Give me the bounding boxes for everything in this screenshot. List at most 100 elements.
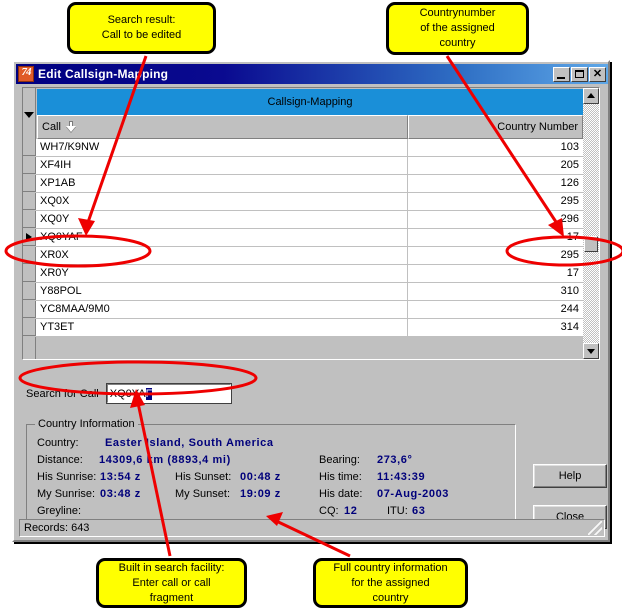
- table-row[interactable]: XR0Y 17: [23, 265, 585, 283]
- row-indicator[interactable]: [23, 175, 36, 192]
- app-icon-glyph: 74: [21, 66, 32, 78]
- grid-band-title: Callsign-Mapping: [37, 89, 583, 115]
- cell-call: YT3ET: [37, 319, 408, 336]
- table-row[interactable]: Y88POL 310: [23, 283, 585, 301]
- grid-rows: WH7/K9NW 103 XF4IH 205 XP1AB 126 XQ0X 29…: [23, 139, 585, 359]
- table-row[interactable]: XQ0X 295: [23, 193, 585, 211]
- row-indicator-current[interactable]: [23, 229, 36, 246]
- scroll-up-arrow-icon[interactable]: [583, 88, 599, 104]
- maximize-button[interactable]: [571, 66, 588, 82]
- grid-viewport: Callsign-Mapping Call Country Number WH7…: [23, 88, 599, 359]
- grid-vertical-scrollbar[interactable]: [583, 88, 599, 359]
- bearing-value: 273,6°: [377, 454, 413, 466]
- screenshot-root: 74 Edit Callsign-Mapping ✕ Callsign-Mapp…: [0, 0, 622, 610]
- distance-value: 14309,6 km (8893,4 mi): [99, 454, 231, 466]
- callout-country-number-line1: Countrynumber: [419, 7, 496, 19]
- callout-builtin-search: Built in search facility: Enter call or …: [96, 558, 247, 608]
- cell-call: WH7/K9NW: [37, 139, 408, 156]
- cell-call: Y88POL: [37, 283, 408, 300]
- row-indicator[interactable]: [23, 283, 36, 300]
- scrollbar-thumb[interactable]: [584, 236, 598, 252]
- column-header-country-number[interactable]: Country Number: [408, 115, 583, 139]
- cell-call: XF4IH: [37, 157, 408, 174]
- cell-country-number: 205: [560, 159, 579, 171]
- close-window-button[interactable]: ✕: [589, 66, 606, 82]
- resize-grip-icon[interactable]: [588, 521, 602, 535]
- row-indicator[interactable]: [23, 157, 36, 174]
- cell-country-number: 126: [560, 177, 579, 189]
- country-label: Country:: [37, 437, 79, 449]
- callout-full-country-info-line3: country: [372, 591, 409, 604]
- my-sunset-label: My Sunset:: [175, 488, 231, 500]
- cell-country-number: 314: [560, 321, 579, 333]
- cell-country-number: 296: [560, 213, 579, 225]
- his-time-value: 11:43:39: [377, 471, 426, 483]
- table-row[interactable]: YC8MAA/9M0 244: [23, 301, 585, 319]
- callout-builtin-search-line3: fragment: [149, 591, 194, 604]
- cell-country-number: 17: [566, 267, 579, 279]
- his-sunset-value: 00:48 z: [240, 471, 281, 483]
- cell-country-number: 103: [560, 141, 579, 153]
- help-button[interactable]: Help: [533, 464, 607, 488]
- records-count-label: Records: 643: [24, 522, 90, 534]
- callout-country-number: Countrynumber of the assigned country: [386, 2, 529, 55]
- callout-full-country-info-line2: for the assigned: [351, 576, 430, 589]
- callsign-mapping-grid[interactable]: Callsign-Mapping Call Country Number WH7…: [22, 87, 600, 360]
- itu-value: 63: [412, 505, 426, 517]
- his-sunrise-value: 13:54 z: [100, 471, 141, 483]
- cell-call: YC8MAA/9M0: [37, 301, 408, 318]
- cell-country-number: 244: [560, 303, 579, 315]
- callout-full-country-info: Full country information for the assigne…: [313, 558, 468, 608]
- app-icon: 74: [18, 66, 34, 82]
- his-date-value: 07-Aug-2003: [377, 488, 450, 500]
- table-row[interactable]: XR0X 295: [23, 247, 585, 265]
- scrollbar-track[interactable]: [583, 104, 599, 343]
- search-row: Search for Call XQ0YA F: [26, 383, 232, 404]
- cq-label: CQ:: [319, 505, 339, 517]
- table-row[interactable]: WH7/K9NW 103: [23, 139, 585, 157]
- greyline-label: Greyline:: [37, 505, 82, 517]
- window-title: Edit Callsign-Mapping: [38, 67, 169, 81]
- table-row[interactable]: XQ0Y 296: [23, 211, 585, 229]
- table-row-selected[interactable]: XQ0YAF 17: [23, 229, 585, 247]
- row-indicator[interactable]: [23, 319, 36, 336]
- search-for-call-input[interactable]: XQ0YA F: [105, 383, 232, 404]
- row-indicator[interactable]: [23, 211, 36, 228]
- my-sunrise-value: 03:48 z: [100, 488, 141, 500]
- cell-country-number: 310: [560, 285, 579, 297]
- row-indicator[interactable]: [23, 265, 36, 282]
- his-date-label: His date:: [319, 488, 363, 500]
- table-row[interactable]: YT3ET 314: [23, 319, 585, 337]
- row-indicator[interactable]: [23, 139, 36, 156]
- row-indicator[interactable]: [23, 247, 36, 264]
- row-indicator[interactable]: [23, 301, 36, 318]
- search-input-text: XQ0YA: [109, 387, 146, 400]
- callout-search-result-line3: Call to be edited: [101, 29, 182, 41]
- his-sunrise-label: His Sunrise:: [37, 471, 97, 483]
- table-row[interactable]: XF4IH 205: [23, 157, 585, 175]
- row-indicator[interactable]: [23, 193, 36, 210]
- sort-descending-icon: [67, 121, 76, 133]
- cell-country-number: 295: [560, 249, 579, 261]
- cell-call: XR0X: [37, 247, 408, 264]
- grid-gutter-dropdown-icon[interactable]: [24, 112, 34, 118]
- table-row[interactable]: XP1AB 126: [23, 175, 585, 193]
- bearing-label: Bearing:: [319, 454, 360, 466]
- itu-label: ITU:: [387, 505, 408, 517]
- cell-country-number: 17: [566, 231, 579, 243]
- search-for-call-label: Search for Call: [26, 387, 99, 400]
- distance-label: Distance:: [37, 454, 83, 466]
- edit-callsign-mapping-window: 74 Edit Callsign-Mapping ✕ Callsign-Mapp…: [12, 60, 610, 542]
- scroll-down-arrow-icon[interactable]: [583, 343, 599, 359]
- callout-country-number-line2: of the assigned: [420, 22, 495, 34]
- status-bar: Records: 643: [19, 519, 605, 537]
- grid-header-row: Call Country Number: [37, 115, 583, 139]
- column-header-call-label: Call: [42, 121, 61, 133]
- my-sunrise-label: My Sunrise:: [37, 488, 96, 500]
- window-client-area: Callsign-Mapping Call Country Number WH7…: [16, 84, 608, 540]
- minimize-button[interactable]: [553, 66, 570, 82]
- window-title-bar[interactable]: 74 Edit Callsign-Mapping ✕: [16, 64, 608, 84]
- cell-call: XR0Y: [37, 265, 408, 282]
- callout-full-country-info-line1: Full country information: [333, 561, 448, 574]
- column-header-call[interactable]: Call: [37, 115, 408, 139]
